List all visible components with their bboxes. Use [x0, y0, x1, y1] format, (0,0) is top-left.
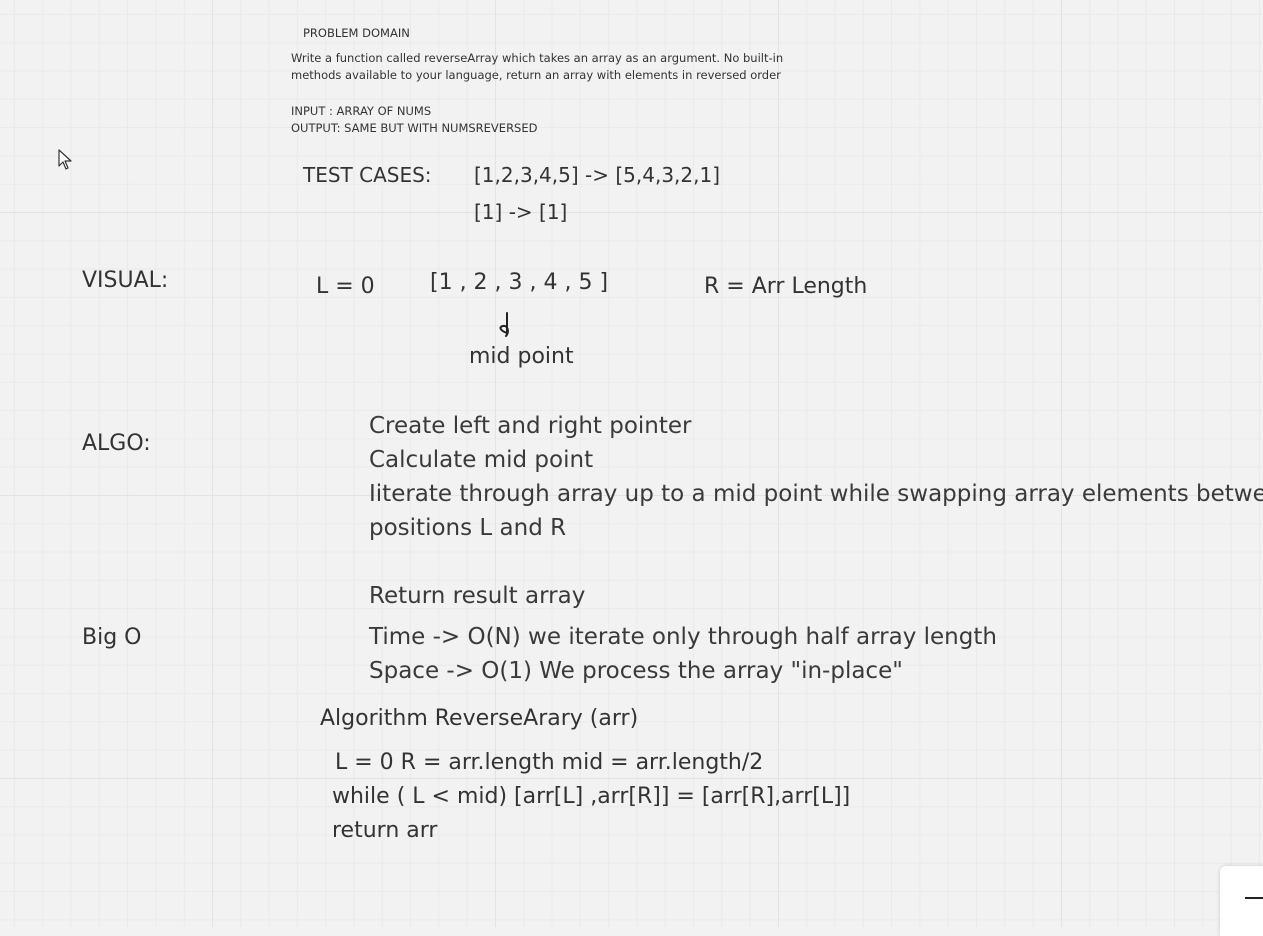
- test-case-2: [1] -> [1]: [474, 200, 568, 224]
- pseudo-line-1: L = 0 R = arr.length mid = arr.length/2: [335, 750, 764, 775]
- visual-right-pointer: R = Arr Length: [704, 274, 868, 299]
- visual-mid-point: mid point: [469, 344, 574, 369]
- visual-label: VISUAL:: [82, 268, 169, 293]
- visual-array: [1 , 2 , 3 , 4 , 5 ]: [430, 270, 609, 295]
- pseudo-line-2: while ( L < mid) [arr[L] ,arr[R]] = [arr…: [332, 784, 851, 809]
- algo-step-5: Return result array: [369, 583, 586, 609]
- down-arrow-icon: [499, 312, 509, 337]
- pseudo-title: Algorithm ReverseArary (arr): [320, 706, 639, 731]
- problem-domain-title: PROBLEM DOMAIN: [303, 26, 410, 40]
- description-line-2: methods available to your language, retu…: [291, 68, 781, 82]
- algo-step-3: Iiterate through array up to a mid point…: [369, 481, 1263, 507]
- test-cases-label: TEST CASES:: [303, 163, 432, 187]
- zoom-controls-panel[interactable]: [1220, 866, 1263, 936]
- algo-step-2: Calculate mid point: [369, 447, 594, 473]
- bigo-label: Big O: [82, 625, 142, 650]
- input-line: INPUT : ARRAY OF NUMS: [291, 104, 432, 118]
- bigo-time: Time -> O(N) we iterate only through hal…: [369, 624, 997, 650]
- output-line: OUTPUT: SAME BUT WITH NUMSREVERSED: [291, 121, 538, 135]
- algo-step-4: positions L and R: [369, 515, 567, 541]
- algo-step-1: Create left and right pointer: [369, 413, 692, 439]
- minus-icon[interactable]: [1245, 897, 1263, 899]
- test-case-1: [1,2,3,4,5] -> [5,4,3,2,1]: [474, 163, 721, 187]
- algo-label: ALGO:: [82, 431, 151, 456]
- mouse-pointer-icon: [58, 149, 72, 170]
- description-line-1: Write a function called reverseArray whi…: [291, 51, 784, 65]
- pseudo-line-3: return arr: [332, 818, 438, 843]
- bigo-space: Space -> O(1) We process the array "in-p…: [369, 658, 903, 684]
- visual-left-pointer: L = 0: [316, 274, 375, 299]
- whiteboard-canvas[interactable]: PROBLEM DOMAIN Write a function called r…: [0, 0, 1263, 927]
